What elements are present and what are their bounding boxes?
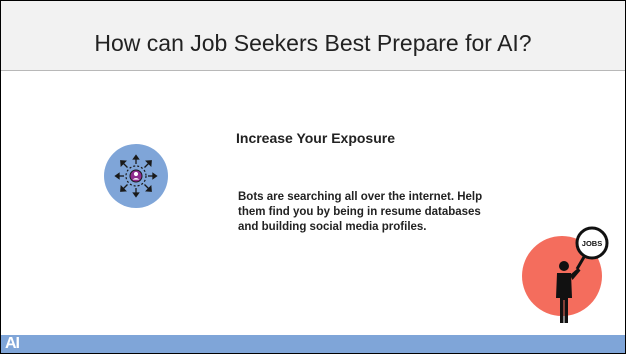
person-arrows-outward-icon bbox=[104, 144, 168, 208]
magnifier-label: JOBS bbox=[582, 239, 602, 248]
footer-band: AI bbox=[1, 335, 625, 353]
title-band: How can Job Seekers Best Prepare for AI? bbox=[1, 1, 625, 71]
body-paragraph: Bots are searching all over the internet… bbox=[238, 191, 483, 233]
section-heading: Increase Your Exposure bbox=[236, 130, 395, 146]
person-magnifier-jobs-icon: JOBS bbox=[522, 226, 609, 323]
slide-title: How can Job Seekers Best Prepare for AI? bbox=[94, 30, 532, 56]
footer-logo: AI bbox=[5, 335, 20, 352]
slide: How can Job Seekers Best Prepare for AI? bbox=[0, 0, 626, 354]
